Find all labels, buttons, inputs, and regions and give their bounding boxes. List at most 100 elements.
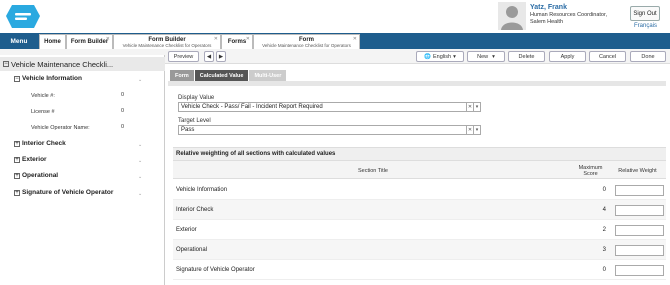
- chevron-down-icon[interactable]: ⌄: [138, 174, 142, 180]
- field-score: 0: [121, 124, 125, 130]
- row-title: Exterior: [176, 227, 197, 233]
- expand-icon[interactable]: +: [14, 172, 20, 179]
- form-outline-title[interactable]: − Vehicle Maintenance Checkli...: [0, 57, 165, 71]
- expand-icon[interactable]: +: [14, 189, 20, 196]
- close-icon[interactable]: ✕: [246, 36, 250, 42]
- tab-home[interactable]: Home: [39, 34, 66, 49]
- apply-button[interactable]: Apply: [549, 51, 586, 62]
- user-role-line: Human Resources Coordinator,: [530, 12, 608, 18]
- collapse-icon[interactable]: −: [14, 75, 20, 82]
- select-controls: ✕ ▾: [466, 103, 480, 111]
- tab-subtitle: Vehicle Maintenance Checklist for Operat…: [262, 42, 351, 48]
- form-title-label: Vehicle Maintenance Checkli...: [11, 59, 114, 69]
- prev-button[interactable]: ◀: [204, 51, 214, 62]
- row-max-score: 0: [602, 187, 606, 193]
- weights-title: Relative weighting of all sections with …: [173, 148, 666, 160]
- language-select[interactable]: 🌐 English ▾: [416, 51, 464, 62]
- tab-forms[interactable]: Forms ✕: [221, 34, 253, 49]
- clear-icon[interactable]: ✕: [466, 103, 473, 111]
- avatar: [498, 2, 526, 30]
- language-link[interactable]: Français: [634, 23, 657, 29]
- field-score: 0: [121, 92, 125, 98]
- table-row: Signature of Vehicle Operator 0: [173, 260, 666, 280]
- chevron-down-icon[interactable]: ⌄: [138, 77, 142, 83]
- user-name[interactable]: Yatz, Frank: [530, 4, 567, 11]
- section-exterior[interactable]: + Exterior: [14, 156, 47, 163]
- table-row: Vehicle Information 0: [173, 180, 666, 200]
- table-row: Operational 3: [173, 240, 666, 260]
- section-label: Interior Check: [22, 140, 66, 147]
- field-label: Vehicle #:: [31, 93, 55, 99]
- app-header: Yatz, Frank Human Resources Coordinator,…: [0, 0, 670, 33]
- table-row: Interior Check 4: [173, 200, 666, 220]
- collapse-icon[interactable]: −: [3, 61, 9, 67]
- form-outline-panel: − Vehicle Maintenance Checkli... − Vehic…: [0, 55, 165, 285]
- chevron-down-icon[interactable]: ⌄: [138, 158, 142, 164]
- row-title: Interior Check: [176, 207, 214, 213]
- relative-weight-input[interactable]: [615, 265, 664, 276]
- relative-weight-input[interactable]: [615, 205, 664, 216]
- close-icon[interactable]: ✕: [353, 36, 357, 42]
- sign-out-button[interactable]: Sign Out: [630, 6, 660, 21]
- target-level-label: Target Level: [178, 118, 211, 124]
- table-header: Section Title Maximum Score Relative Wei…: [173, 160, 666, 179]
- section-signature[interactable]: + Signature of Vehicle Operator: [14, 189, 113, 196]
- subtab-bar: Form Calculated Value Multi-User: [170, 70, 287, 81]
- tab-subtitle: Vehicle Maintenance Checklist for Operat…: [122, 42, 212, 48]
- row-title: Signature of Vehicle Operator: [176, 267, 255, 273]
- close-icon[interactable]: ✕: [106, 36, 110, 42]
- col-section-title: Section Title: [358, 167, 388, 174]
- cancel-button[interactable]: Cancel: [589, 51, 626, 62]
- chevron-down-icon[interactable]: ▾: [473, 126, 480, 134]
- tab-form-builder[interactable]: Form Builder ✕: [66, 34, 113, 49]
- display-value-text: Vehicle Check - Pass/ Fail - Incident Re…: [181, 104, 323, 110]
- chevron-down-icon[interactable]: ⌄: [138, 191, 142, 197]
- tab-form-checklist[interactable]: Form Vehicle Maintenance Checklist for O…: [253, 34, 360, 49]
- subtab-underline: [168, 81, 666, 86]
- chevron-down-icon[interactable]: ▾: [473, 103, 480, 111]
- new-button[interactable]: New ▾: [467, 51, 505, 62]
- section-interior-check[interactable]: + Interior Check: [14, 140, 66, 147]
- section-vehicle-information[interactable]: − Vehicle Information: [14, 75, 82, 82]
- user-org-line: Salem Health: [530, 19, 564, 25]
- done-button[interactable]: Done: [630, 51, 666, 62]
- app-logo-icon: [6, 5, 40, 28]
- display-value-select[interactable]: Vehicle Check - Pass/ Fail - Incident Re…: [178, 102, 481, 112]
- relative-weight-input[interactable]: [615, 225, 664, 236]
- subtab-calculated-value[interactable]: Calculated Value: [194, 70, 249, 81]
- row-title: Vehicle Information: [176, 187, 228, 193]
- next-button[interactable]: ▶: [216, 51, 226, 62]
- relative-weight-input[interactable]: [615, 185, 664, 196]
- menu-button[interactable]: Menu: [0, 33, 38, 49]
- chevron-down-icon[interactable]: ⌄: [138, 142, 142, 148]
- globe-icon: 🌐: [424, 53, 432, 60]
- col-maximum-score: Maximum Score: [578, 164, 603, 177]
- target-level-select[interactable]: Pass ✕ ▾: [178, 125, 481, 135]
- section-label: Operational: [22, 172, 59, 179]
- relative-weight-input[interactable]: [615, 245, 664, 256]
- clear-icon[interactable]: ✕: [466, 126, 473, 134]
- chevron-down-icon: ▾: [492, 53, 495, 60]
- expand-icon[interactable]: +: [14, 156, 20, 163]
- tab-form-builder-checklist[interactable]: Form Builder Vehicle Maintenance Checkli…: [113, 34, 221, 49]
- field-score: 0: [121, 108, 125, 114]
- close-icon[interactable]: ✕: [214, 36, 218, 42]
- section-operational[interactable]: + Operational: [14, 172, 58, 179]
- row-max-score: 2: [602, 227, 606, 233]
- tab-forms-label: Forms: [227, 39, 247, 45]
- select-controls: ✕ ▾: [466, 126, 480, 134]
- subtab-form[interactable]: Form: [170, 70, 194, 81]
- subtab-multi-user[interactable]: Multi-User: [249, 70, 287, 81]
- section-label: Exterior: [22, 156, 47, 163]
- table-row: Exterior 2: [173, 220, 666, 240]
- row-max-score: 4: [602, 207, 606, 213]
- delete-button[interactable]: Delete: [508, 51, 545, 62]
- properties-panel: Form Calculated Value Multi-User Display…: [168, 64, 670, 285]
- tab-bar: Menu Home Form Builder ✕ Form Builder Ve…: [0, 33, 670, 49]
- relative-weights-table: Relative weighting of all sections with …: [173, 147, 666, 285]
- language-label: English: [433, 53, 452, 60]
- expand-icon[interactable]: +: [14, 140, 20, 147]
- preview-button[interactable]: Preview: [168, 51, 199, 62]
- tab-form-builder-label: Form Builder: [70, 39, 109, 45]
- row-max-score: 3: [602, 247, 606, 253]
